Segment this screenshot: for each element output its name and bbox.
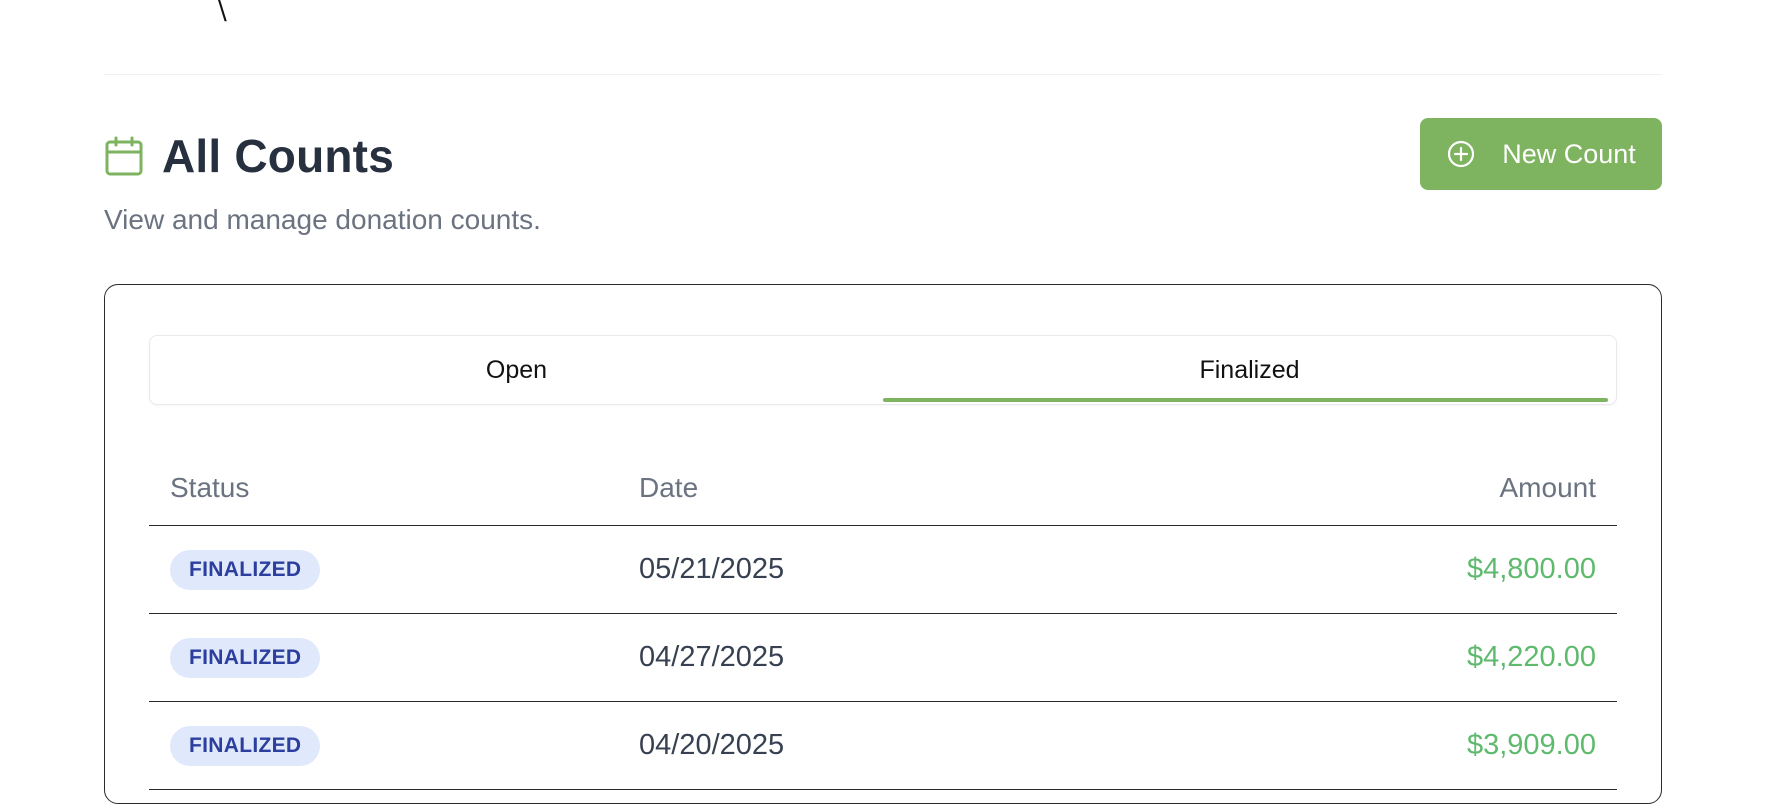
column-header-amount[interactable]: Amount: [1217, 472, 1617, 504]
column-header-status[interactable]: Status: [149, 472, 639, 504]
counts-card: Open Finalized Status Date Amount FINALI…: [104, 284, 1662, 804]
row-date: 05/21/2025: [639, 553, 785, 585]
status-badge: FINALIZED: [170, 725, 321, 766]
table-row[interactable]: FINALIZED 05/21/2025 $4,800.00: [149, 526, 1617, 614]
table-header: Status Date Amount: [149, 451, 1617, 526]
calendar-icon: [104, 136, 144, 176]
row-amount: $4,220.00: [1466, 641, 1596, 673]
tab-open[interactable]: Open: [150, 336, 883, 404]
page-title: All Counts: [162, 129, 394, 182]
row-date: 04/27/2025: [639, 641, 785, 673]
divider: [104, 74, 1662, 75]
status-badge: FINALIZED: [170, 637, 321, 678]
row-amount: $4,800.00: [1466, 553, 1596, 585]
counts-table: Status Date Amount FINALIZED 05/21/2025 …: [149, 451, 1617, 790]
status-tabs: Open Finalized: [149, 335, 1617, 405]
row-amount: $3,909.00: [1466, 729, 1596, 761]
stray-mark: \: [218, 0, 227, 26]
column-header-date[interactable]: Date: [639, 472, 1217, 504]
plus-circle-icon: [1446, 139, 1476, 169]
table-row[interactable]: FINALIZED 04/27/2025 $4,220.00: [149, 614, 1617, 702]
table-row[interactable]: FINALIZED 04/20/2025 $3,909.00: [149, 702, 1617, 790]
row-date: 04/20/2025: [639, 729, 785, 761]
new-count-button[interactable]: New Count: [1420, 118, 1662, 190]
tab-finalized[interactable]: Finalized: [883, 336, 1616, 404]
new-count-label: New Count: [1502, 138, 1636, 169]
page-subtitle: View and manage donation counts.: [104, 204, 541, 235]
status-badge: FINALIZED: [170, 549, 321, 590]
